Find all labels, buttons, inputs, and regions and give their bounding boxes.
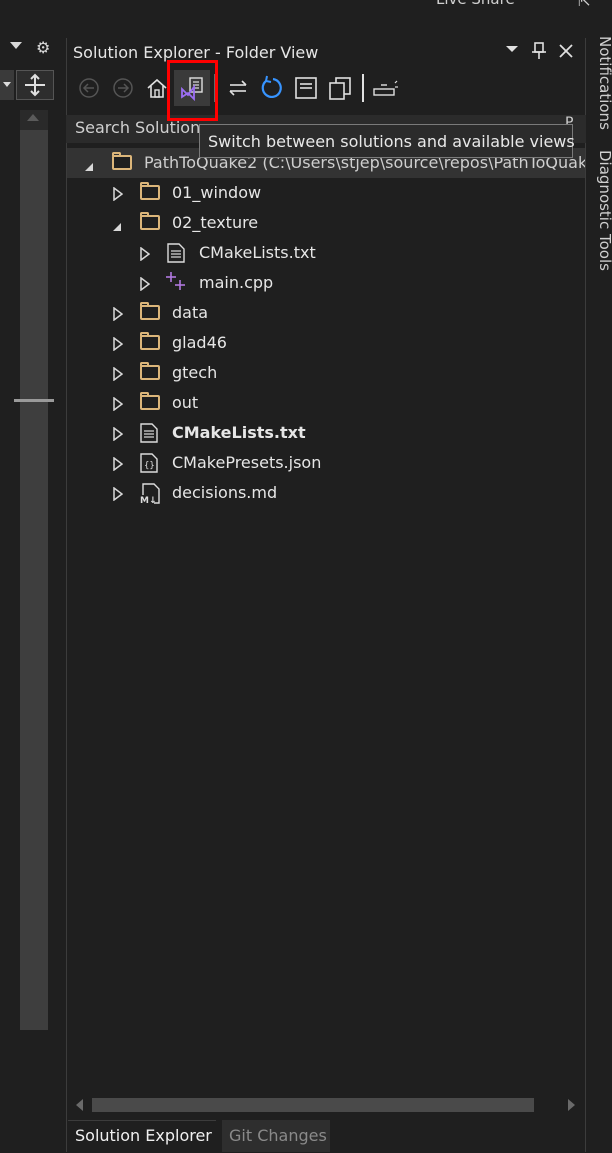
chevron-down-icon[interactable] bbox=[10, 42, 22, 49]
tree-item-label: 01_window bbox=[172, 183, 262, 202]
folder-icon bbox=[112, 152, 132, 170]
tooltip-text: Switch between solutions and available v… bbox=[208, 132, 575, 151]
sync-with-active-document-button[interactable] bbox=[223, 70, 253, 106]
live-share-label: Live Share bbox=[436, 0, 515, 8]
tree-item-label: gtech bbox=[172, 363, 218, 382]
chevron-down-icon bbox=[506, 46, 518, 52]
tab-label: Solution Explorer bbox=[75, 1126, 212, 1145]
tree-folder-row[interactable]: glad46 bbox=[67, 328, 585, 358]
tree-item-label: CMakeLists.txt bbox=[172, 423, 306, 442]
expanded-arrow-icon[interactable] bbox=[112, 217, 122, 236]
tab-label: Git Changes bbox=[229, 1126, 327, 1145]
tree-item-label: CMakePresets.json bbox=[172, 453, 322, 472]
svg-text:{}: {} bbox=[144, 461, 155, 471]
editor-scrollbar-thumb[interactable] bbox=[20, 130, 48, 1030]
text-file-icon bbox=[167, 243, 185, 267]
collapsed-arrow-icon[interactable] bbox=[113, 306, 124, 325]
back-button[interactable] bbox=[74, 70, 104, 106]
collapse-all-icon bbox=[295, 77, 317, 99]
collapsed-arrow-icon[interactable] bbox=[113, 486, 124, 505]
pin-icon bbox=[532, 42, 546, 59]
window-corner-icon[interactable]: ⇱ bbox=[578, 0, 591, 10]
tree-item-label: CMakeLists.txt bbox=[199, 243, 316, 262]
collapse-all-button[interactable] bbox=[291, 70, 321, 106]
refresh-icon bbox=[261, 75, 282, 99]
collapsed-arrow-icon[interactable] bbox=[113, 426, 124, 445]
home-icon bbox=[147, 78, 167, 98]
tree-file-row[interactable]: M↓ decisions.md bbox=[67, 478, 585, 508]
folder-icon bbox=[140, 182, 160, 200]
refresh-button[interactable] bbox=[257, 70, 287, 106]
tree-item-label: glad46 bbox=[172, 333, 227, 352]
tree-item-label: out bbox=[172, 393, 199, 412]
scroll-right-arrow-icon[interactable] bbox=[568, 1099, 575, 1111]
split-icon bbox=[25, 73, 45, 97]
preview-icon bbox=[373, 80, 398, 96]
tree-folder-row[interactable]: out bbox=[67, 388, 585, 418]
tree-file-row[interactable]: {} CMakePresets.json bbox=[67, 448, 585, 478]
chevron-down-icon bbox=[3, 82, 11, 87]
tree-item-label: main.cpp bbox=[199, 273, 274, 292]
preview-selected-items-button[interactable] bbox=[371, 70, 401, 106]
diagnostic-tools-tab[interactable]: Diagnostic Tools bbox=[596, 150, 612, 271]
folder-icon bbox=[140, 332, 160, 350]
close-icon bbox=[559, 44, 573, 58]
collapsed-arrow-icon[interactable] bbox=[140, 246, 151, 265]
scroll-left-arrow-icon[interactable] bbox=[76, 1099, 83, 1111]
tab-git-changes[interactable]: Git Changes bbox=[222, 1120, 330, 1152]
solution-explorer-toolbar bbox=[66, 70, 586, 110]
tree-folder-row[interactable]: 02_texture bbox=[67, 208, 585, 238]
scroll-up-arrow-icon[interactable] bbox=[27, 114, 39, 121]
pin-button[interactable] bbox=[532, 42, 546, 64]
text-file-icon bbox=[140, 423, 158, 447]
gear-icon[interactable]: ⚙ bbox=[36, 38, 50, 57]
live-share-button[interactable]: Live Share bbox=[436, 0, 515, 8]
tree-folder-row[interactable]: data bbox=[67, 298, 585, 328]
folder-icon bbox=[140, 302, 160, 320]
back-arrow-icon bbox=[79, 78, 99, 98]
tooltip: Switch between solutions and available v… bbox=[199, 124, 575, 158]
tree-folder-row[interactable]: 01_window bbox=[67, 178, 585, 208]
tree-file-row[interactable]: main.cpp bbox=[67, 268, 585, 298]
split-editor-button[interactable] bbox=[16, 70, 54, 100]
panel-options-dropdown[interactable] bbox=[505, 41, 519, 61]
forward-button[interactable] bbox=[108, 70, 138, 106]
notifications-tab[interactable]: Notifications bbox=[596, 36, 612, 130]
tree-item-label: 02_texture bbox=[172, 213, 259, 232]
collapsed-arrow-icon[interactable] bbox=[113, 186, 124, 205]
tree-file-row[interactable]: CMakeLists.txt bbox=[67, 238, 585, 268]
collapsed-arrow-icon[interactable] bbox=[113, 366, 124, 385]
tree-item-label: decisions.md bbox=[172, 483, 278, 502]
tree-file-row[interactable]: CMakeLists.txt bbox=[67, 418, 585, 448]
collapsed-arrow-icon[interactable] bbox=[113, 336, 124, 355]
editor-dropdown[interactable] bbox=[0, 70, 14, 100]
folder-icon bbox=[140, 212, 160, 230]
collapsed-arrow-icon[interactable] bbox=[140, 276, 151, 295]
svg-text:M↓: M↓ bbox=[140, 496, 157, 505]
show-all-files-button[interactable] bbox=[325, 70, 355, 106]
json-file-icon: {} bbox=[140, 453, 158, 477]
title-bar-strip bbox=[0, 0, 612, 36]
cpp-file-icon bbox=[165, 271, 187, 297]
tab-solution-explorer[interactable]: Solution Explorer bbox=[68, 1120, 216, 1153]
toolbar-separator bbox=[362, 74, 364, 102]
sync-arrows-icon bbox=[229, 80, 247, 96]
tree-item-label: data bbox=[172, 303, 209, 322]
solution-tree: PathToQuake2 (C:\Users\stjep\source\repo… bbox=[67, 148, 585, 1096]
horizontal-scrollbar-thumb[interactable] bbox=[92, 1098, 534, 1112]
folder-icon bbox=[140, 362, 160, 380]
scrollbar-marker bbox=[14, 399, 54, 402]
close-button[interactable] bbox=[558, 43, 574, 63]
show-all-files-icon bbox=[329, 77, 351, 100]
folder-icon bbox=[140, 392, 160, 410]
tree-folder-row[interactable]: gtech bbox=[67, 358, 585, 388]
forward-arrow-icon bbox=[113, 78, 133, 98]
expanded-arrow-icon[interactable] bbox=[84, 157, 94, 176]
markdown-file-icon: M↓ bbox=[140, 483, 162, 509]
collapsed-arrow-icon[interactable] bbox=[113, 396, 124, 415]
collapsed-arrow-icon[interactable] bbox=[113, 456, 124, 475]
highlight-box bbox=[167, 60, 218, 121]
